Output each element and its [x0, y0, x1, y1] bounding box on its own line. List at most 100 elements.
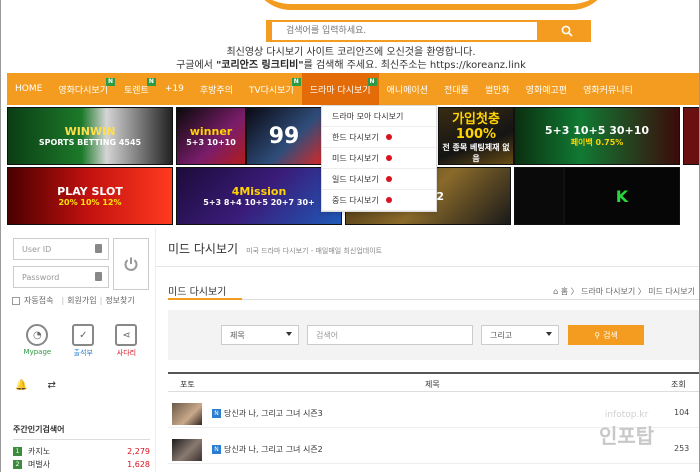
ad-banner[interactable]: winner 5+3 10+10 — [176, 107, 246, 165]
password-field[interactable]: Password — [13, 266, 109, 288]
ad-banner[interactable] — [683, 107, 699, 165]
dropdown-item-korean-drama[interactable]: 한드 다시보기 — [322, 127, 436, 148]
thumbnail-image[interactable] — [172, 403, 202, 425]
popular-term: 카지노 — [28, 447, 51, 456]
share-icon: ⋖ — [115, 324, 138, 346]
new-dot-icon — [385, 197, 392, 203]
dropdown-item-chinese-drama[interactable]: 중드 다시보기 — [322, 190, 436, 211]
banner-line2: SPORTS BETTING 4545 — [38, 138, 142, 147]
watermark: infotop.kr 인포탑 — [599, 410, 654, 449]
bell-icon[interactable]: 🔔 — [15, 380, 27, 391]
col-photo: 포토 — [180, 380, 195, 389]
auto-login-label: 자동접속 — [24, 296, 54, 305]
post-title-link[interactable]: 당신과 나, 그리고 그녀 시즌2 — [224, 444, 323, 455]
power-icon — [124, 257, 138, 272]
ad-banner[interactable]: K — [564, 167, 680, 225]
attendance-button[interactable]: ✓ 출석부 — [72, 324, 95, 366]
post-title-link[interactable]: 당신과 나, 그리고 그녀 시즌3 — [224, 408, 323, 419]
banner-line2: 페이백 0.75% — [570, 138, 624, 147]
nav-label: 영화다시보기 — [58, 85, 108, 96]
nav-home[interactable]: HOME — [7, 73, 50, 105]
ad-banner[interactable]: 가입첫충 100% 전 종목 베팅제재 없음 — [438, 107, 514, 165]
board-search-label: 검색 — [603, 330, 618, 340]
search-field-value: 제목 — [230, 330, 245, 340]
dropdown-item-japanese-drama[interactable]: 일드 다시보기 — [322, 169, 436, 190]
search-button[interactable] — [543, 20, 591, 42]
nav-comics[interactable]: 썰만화 — [477, 73, 518, 105]
login-button[interactable] — [113, 238, 149, 290]
dropdown-item-label: 미드 다시보기 — [332, 153, 379, 163]
ad-banner[interactable] — [514, 167, 564, 225]
nav-community[interactable]: 영화커뮤니티 — [575, 73, 641, 105]
search-field-select[interactable]: 제목 — [221, 325, 299, 345]
ladder-button[interactable]: ⋖ 사다리 — [115, 324, 138, 366]
popular-term: 며벌사 — [28, 460, 51, 469]
password-placeholder: Password — [22, 272, 60, 282]
divider — [156, 266, 699, 267]
nav-torrent[interactable]: 토렌트 N — [116, 73, 157, 105]
chevron-down-icon — [286, 332, 292, 336]
rank-badge: 2 — [13, 460, 22, 469]
site-header: 최신영상 다시보기 사이트 코리안즈에 오신것을 환영합니다. 구글에서 "코리… — [1, 0, 699, 73]
operator-select[interactable]: 그리고 — [481, 325, 559, 345]
join-link[interactable]: 회원가입 — [67, 295, 96, 306]
address-notice-suffix: 를 검색해 주세요. 최신주소는 https://koreanz.link — [303, 60, 526, 71]
side-tools: 🔔 ⇄ — [15, 380, 56, 391]
ad-banner[interactable]: PLAY SLOT 20% 10% 12% — [7, 167, 173, 225]
popular-search-item[interactable]: 2 며벌사 1,628 — [13, 459, 150, 470]
auto-login-checkbox[interactable] — [12, 296, 20, 305]
banner-line1: WINWIN — [64, 125, 116, 138]
dropdown-item-drama-all[interactable]: 드라마 모아 다시보기 — [322, 106, 436, 127]
keyword-input[interactable]: 검색어 — [307, 325, 473, 345]
board-search-button[interactable]: ⚲ 검색 — [568, 325, 644, 345]
nav-label: +19 — [164, 84, 184, 94]
quick-icons: ◔ Mypage ✓ 출석부 ⋖ 사다리 — [13, 324, 148, 366]
main-nav: HOME 영화다시보기 N 토렌트 N +19 후방주의 TV다시보기 N 드라마 다… — [7, 73, 699, 105]
nav-trailers[interactable]: 영화예고편 — [518, 73, 575, 105]
nav-animation[interactable]: 애니메이션 — [379, 73, 436, 105]
view-count: 104 — [674, 408, 690, 417]
watermark-text: 인포탑 — [599, 424, 655, 448]
new-dot-icon — [385, 155, 392, 161]
nav-tv[interactable]: TV다시보기 N — [241, 73, 302, 105]
ad-banner[interactable]: WINWIN SPORTS BETTING 4545 — [7, 107, 173, 165]
col-views: 조회 — [671, 380, 686, 389]
nav-caution[interactable]: 후방주의 — [192, 73, 241, 105]
watermark-url: infotop.kr — [604, 410, 649, 420]
nav-sentai[interactable]: 전대물 — [436, 73, 477, 105]
nav-drama[interactable]: 드라마 다시보기 N — [301, 73, 379, 105]
find-info-link[interactable]: 정보찾기 — [105, 295, 134, 306]
ad-banner[interactable]: 4Mission 5+3 8+4 10+5 20+7 30+ — [176, 167, 342, 225]
sidebar: User ID Password 자동접속 | 회원가입 | 정보찾기 ◔ Myp… — [7, 228, 150, 472]
thumbnail-image[interactable] — [172, 439, 202, 461]
banner-line1: K — [615, 186, 629, 206]
address-notice-prefix: 구글에서 — [176, 60, 217, 71]
ad-banner[interactable]: 99 — [246, 107, 322, 165]
nav-movies[interactable]: 영화다시보기 N — [50, 73, 116, 105]
nav-label: 토렌트 — [124, 85, 149, 96]
address-notice-keyword: "코리안즈 링크티비" — [216, 60, 304, 71]
breadcrumb[interactable]: ⌂ 홈 〉 드라마 다시보기 〉 미드 다시보기 — [553, 286, 695, 297]
user-id-field[interactable]: User ID — [13, 238, 109, 260]
ladder-label: 사다리 — [116, 349, 137, 357]
board-search-panel: 제목 검색어 그리고 ⚲ 검색 — [168, 310, 699, 360]
nav-label: 영화커뮤니티 — [583, 85, 633, 96]
swap-icon[interactable]: ⇄ — [47, 380, 55, 391]
popular-search-title: 주간인기검색어 — [13, 424, 150, 440]
nav-adult[interactable]: +19 — [157, 73, 192, 105]
mypage-button[interactable]: ◔ Mypage — [23, 324, 52, 366]
calendar-check-icon: ✓ — [72, 324, 95, 346]
popular-search-item[interactable]: 1 카지노 2,279 — [13, 446, 150, 457]
nav-label: 드라마 다시보기 — [309, 85, 371, 96]
ad-banner[interactable]: 5+3 10+5 30+10 페이백 0.75% — [514, 107, 680, 165]
search-icon: ⚲ — [594, 330, 601, 340]
page: 최신영상 다시보기 사이트 코리안즈에 오신것을 환영합니다. 구글에서 "코리… — [0, 0, 700, 472]
dropdown-item-us-drama[interactable]: 미드 다시보기 — [322, 148, 436, 169]
divider: | — [61, 296, 65, 305]
banner-line1: 4Mission — [231, 185, 287, 198]
nav-label: HOME — [15, 84, 43, 94]
mypage-label: Mypage — [23, 348, 52, 356]
search-input[interactable] — [272, 22, 537, 40]
new-badge: N — [105, 78, 115, 86]
new-badge: N — [367, 78, 377, 86]
